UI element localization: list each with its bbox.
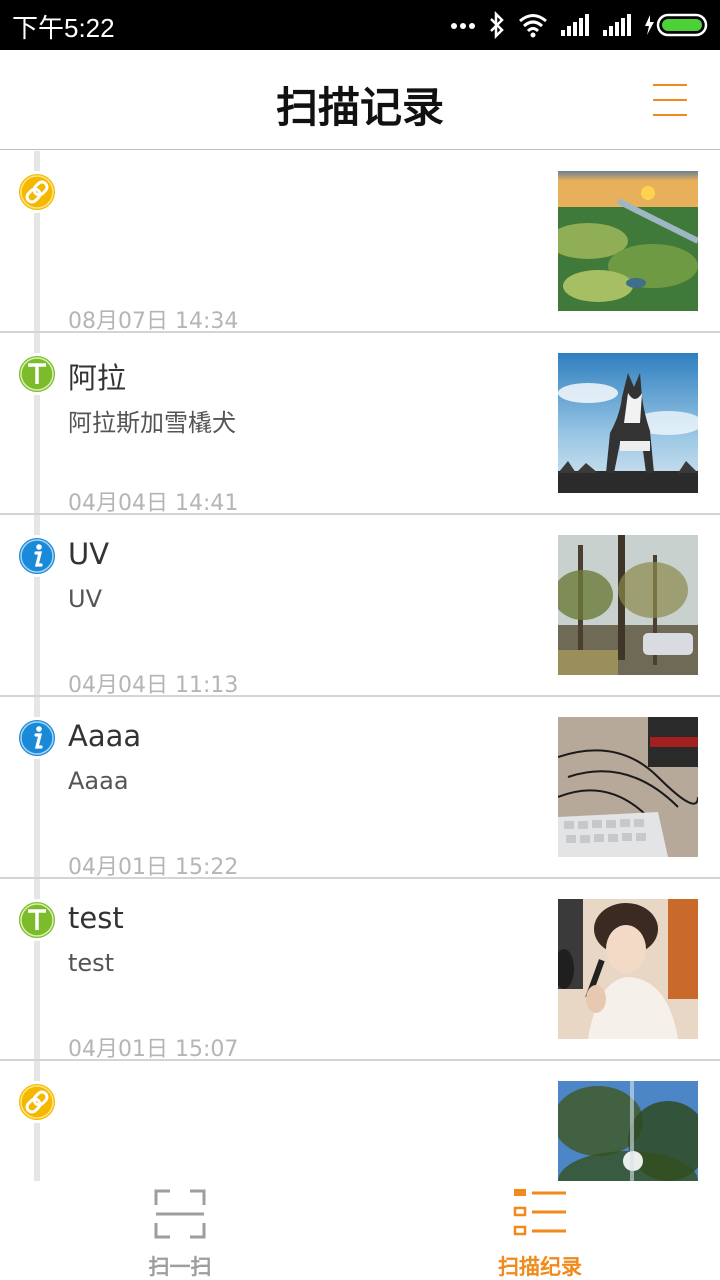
link-icon — [16, 171, 58, 213]
item-date: 04月04日 11:13 — [68, 673, 239, 698]
record-list[interactable]: 08月07日 14:34 阿拉 阿拉斯加雪橇犬 04月04日 14:41 UV … — [0, 151, 720, 1181]
link-icon — [16, 1081, 58, 1123]
item-date: 04月01日 15:22 — [68, 855, 239, 880]
header: 扫描记录 — [0, 50, 720, 150]
menu-line — [653, 99, 687, 101]
husky-photo[interactable] — [558, 353, 698, 493]
list-item[interactable]: 阿拉 阿拉斯加雪橇犬 04月04日 14:41 — [0, 333, 720, 516]
street-trees-photo[interactable] — [558, 535, 698, 675]
menu-line — [653, 114, 687, 116]
list-item[interactable]: UV UV 04月04日 11:13 — [0, 515, 720, 698]
tab-scan[interactable]: 扫一扫 — [80, 1181, 280, 1280]
text-icon — [16, 899, 58, 941]
keyboard-photo[interactable] — [558, 717, 698, 857]
item-subtitle: 阿拉斯加雪橇犬 — [68, 409, 236, 437]
item-title: Aaaa — [68, 719, 142, 753]
item-title: UV — [68, 537, 110, 571]
tree-sky-photo[interactable] — [558, 1081, 698, 1181]
list-item[interactable] — [0, 1061, 720, 1181]
item-subtitle: test — [68, 949, 115, 977]
person-microphone-photo[interactable] — [558, 899, 698, 1039]
item-title: test — [68, 901, 124, 935]
item-subtitle: Aaaa — [68, 767, 129, 795]
item-date: 04月04日 14:41 — [68, 491, 239, 516]
text-icon — [16, 353, 58, 395]
tab-scan-history-label: 扫描纪录 — [498, 1255, 582, 1279]
scan-icon — [152, 1187, 208, 1245]
battery-icon — [645, 13, 708, 37]
status-bar: 下午5:22 — [0, 0, 720, 50]
item-date: 08月07日 14:34 — [68, 309, 239, 334]
list-item[interactable]: 08月07日 14:34 — [0, 151, 720, 334]
item-title: 阿拉 — [68, 361, 127, 395]
page-title: 扫描记录 — [275, 83, 444, 132]
list-icon — [512, 1187, 568, 1245]
more-dots-icon — [451, 23, 475, 29]
tab-scan-label: 扫一扫 — [148, 1255, 212, 1279]
signal-icon-2 — [603, 14, 631, 36]
info-icon — [16, 535, 58, 577]
bluetooth-icon — [490, 11, 504, 39]
status-time: 下午5:22 — [12, 13, 115, 43]
item-subtitle: UV — [68, 585, 102, 613]
landscape-photo[interactable] — [558, 171, 698, 311]
tab-scan-history[interactable]: 扫描纪录 — [440, 1181, 640, 1280]
status-icons — [450, 10, 710, 40]
bottom-tab-bar: 扫一扫 扫描纪录 — [0, 1181, 720, 1280]
menu-button[interactable] — [650, 80, 690, 120]
item-date: 04月01日 15:07 — [68, 1037, 239, 1062]
list-item[interactable]: Aaaa Aaaa 04月01日 15:22 — [0, 697, 720, 880]
info-icon — [16, 717, 58, 759]
list-item[interactable]: test test 04月01日 15:07 — [0, 879, 720, 1062]
signal-icon — [561, 14, 589, 36]
menu-line — [653, 84, 687, 86]
wifi-icon — [519, 14, 547, 38]
